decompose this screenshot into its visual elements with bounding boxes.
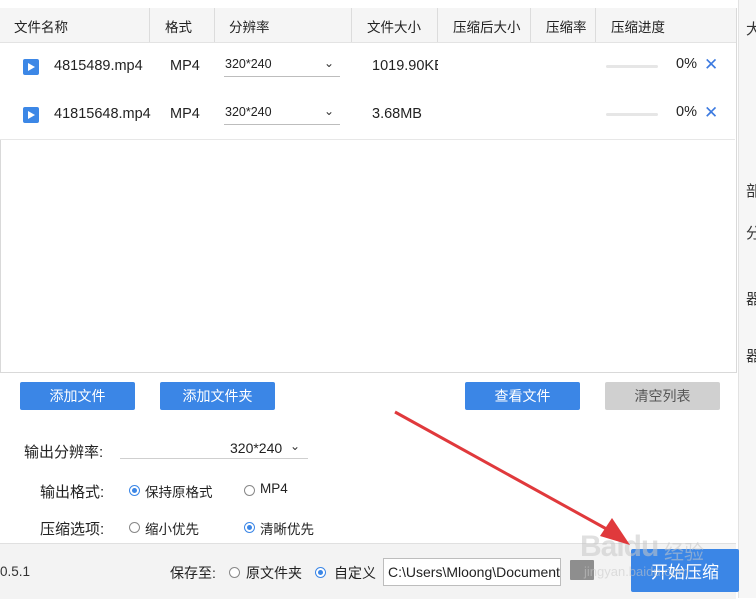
arrow-head xyxy=(600,518,630,545)
arrow-shaft xyxy=(394,410,613,534)
annotation-arrow xyxy=(394,410,630,545)
